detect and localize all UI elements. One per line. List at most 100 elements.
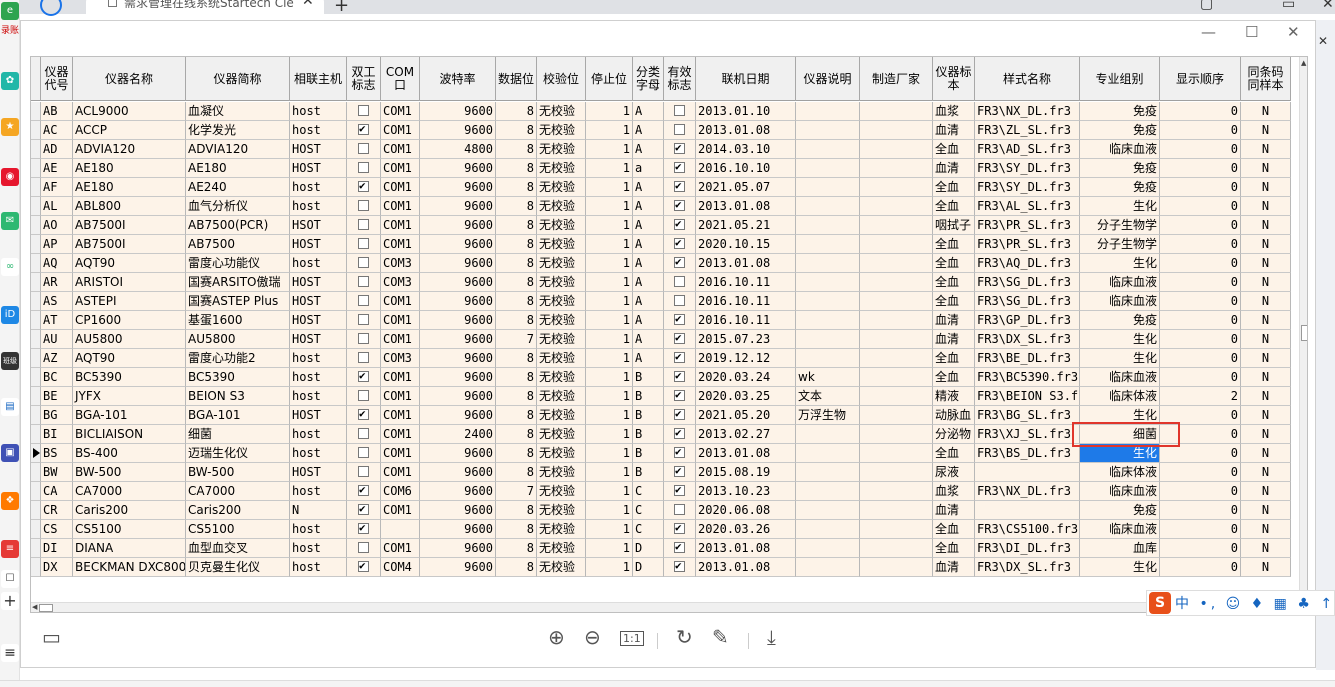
table-cell[interactable]: 免疫: [1080, 102, 1160, 121]
table-cell[interactable]: 无校验: [537, 558, 586, 577]
table-cell[interactable]: 7: [496, 482, 537, 501]
table-cell[interactable]: host: [290, 520, 347, 539]
table-cell[interactable]: HOST: [290, 235, 347, 254]
table-cell[interactable]: 全血: [933, 444, 975, 463]
table-cell[interactable]: 临床血液: [1080, 292, 1160, 311]
table-cell-checkbox[interactable]: [347, 216, 381, 235]
checkbox-checked[interactable]: [674, 407, 685, 421]
table-cell[interactable]: 全血: [933, 273, 975, 292]
column-header-4[interactable]: 相联主机: [290, 57, 347, 101]
table-cell[interactable]: 2016.10.10: [696, 159, 796, 178]
table-cell[interactable]: 无校验: [537, 273, 586, 292]
checkbox-checked[interactable]: [674, 236, 685, 250]
table-cell[interactable]: [860, 444, 933, 463]
table-cell[interactable]: 9600: [420, 368, 496, 387]
table-cell-checkbox[interactable]: [664, 482, 696, 501]
column-header-6[interactable]: COM口: [381, 57, 420, 101]
table-cell[interactable]: BW-500: [186, 463, 290, 482]
table-cell[interactable]: 全血: [933, 349, 975, 368]
checkbox-checked[interactable]: [674, 540, 685, 554]
table-cell-checkbox[interactable]: [347, 520, 381, 539]
table-cell[interactable]: [975, 501, 1080, 520]
table-cell[interactable]: 8: [496, 102, 537, 121]
table-cell[interactable]: 免疫: [1080, 178, 1160, 197]
table-cell[interactable]: 8: [496, 368, 537, 387]
table-cell[interactable]: A: [633, 254, 664, 273]
table-cell[interactable]: 1: [586, 121, 633, 140]
table-cell[interactable]: 临床血液: [1080, 368, 1160, 387]
table-cell[interactable]: 无校验: [537, 463, 586, 482]
table-cell-checkbox[interactable]: [347, 311, 381, 330]
table-cell[interactable]: [860, 102, 933, 121]
sidebar-star-icon[interactable]: ★: [1, 118, 19, 136]
table-cell[interactable]: [796, 463, 860, 482]
table-cell[interactable]: 临床血液: [1080, 140, 1160, 159]
table-cell[interactable]: 无校验: [537, 349, 586, 368]
table-cell[interactable]: FR3\DI_DL.fr3: [975, 539, 1080, 558]
table-cell[interactable]: HOST: [290, 273, 347, 292]
table-cell[interactable]: B: [633, 387, 664, 406]
table-cell[interactable]: AE180: [73, 159, 186, 178]
table-cell[interactable]: 无校验: [537, 311, 586, 330]
table-cell-checkbox[interactable]: [664, 159, 696, 178]
table-cell-checkbox[interactable]: [664, 178, 696, 197]
table-cell[interactable]: 血清: [933, 121, 975, 140]
row-indicator[interactable]: [31, 197, 41, 216]
checkbox-checked[interactable]: [358, 122, 369, 136]
column-header-7[interactable]: 波特率: [420, 57, 496, 101]
table-cell[interactable]: 9600: [420, 501, 496, 520]
table-cell[interactable]: 2013.01.08: [696, 539, 796, 558]
table-cell[interactable]: [796, 159, 860, 178]
sidebar-add-icon[interactable]: +: [1, 592, 19, 610]
checkbox-checked[interactable]: [358, 521, 369, 535]
checkbox-checked[interactable]: [674, 521, 685, 535]
zoom-in-icon[interactable]: ⊕: [548, 625, 565, 649]
table-cell[interactable]: [796, 425, 860, 444]
table-cell[interactable]: A: [633, 273, 664, 292]
table-cell[interactable]: [796, 501, 860, 520]
table-cell[interactable]: 9600: [420, 520, 496, 539]
table-cell[interactable]: 2016.10.11: [696, 311, 796, 330]
table-cell[interactable]: 全血: [933, 235, 975, 254]
checkbox-checked[interactable]: [358, 407, 369, 421]
row-indicator[interactable]: [31, 539, 41, 558]
table-cell[interactable]: [860, 178, 933, 197]
table-cell[interactable]: FR3\AL_SL.fr3: [975, 197, 1080, 216]
table-cell[interactable]: 1: [586, 330, 633, 349]
table-cell[interactable]: 8: [496, 539, 537, 558]
table-cell[interactable]: 无校验: [537, 501, 586, 520]
checkbox-checked[interactable]: [358, 369, 369, 383]
table-cell[interactable]: N: [1241, 558, 1291, 577]
table-cell[interactable]: FR3\SY_DL.fr3: [975, 159, 1080, 178]
column-header-5[interactable]: 双工 标志: [347, 57, 381, 101]
row-indicator[interactable]: [31, 254, 41, 273]
table-cell[interactable]: 临床体液: [1080, 463, 1160, 482]
table-cell[interactable]: 生化: [1080, 330, 1160, 349]
table-cell[interactable]: [796, 330, 860, 349]
table-cell[interactable]: [796, 539, 860, 558]
table-cell[interactable]: COM1: [381, 501, 420, 520]
checkbox-unchecked[interactable]: [674, 504, 685, 515]
table-cell[interactable]: FR3\CS5100.fr3: [975, 520, 1080, 539]
table-cell[interactable]: A: [633, 311, 664, 330]
table-cell[interactable]: 8: [496, 273, 537, 292]
table-cell[interactable]: AC: [41, 121, 73, 140]
table-cell-checkbox[interactable]: [664, 558, 696, 577]
table-cell[interactable]: FR3\AD_SL.fr3: [975, 140, 1080, 159]
table-cell[interactable]: 9600: [420, 121, 496, 140]
column-header-3[interactable]: 仪器简称: [186, 57, 290, 101]
table-cell[interactable]: CS: [41, 520, 73, 539]
vertical-scroll-thumb[interactable]: [1301, 325, 1307, 341]
table-cell[interactable]: A: [633, 216, 664, 235]
table-cell-checkbox[interactable]: [664, 292, 696, 311]
table-cell[interactable]: 2014.03.10: [696, 140, 796, 159]
checkbox-unchecked[interactable]: [358, 542, 369, 553]
table-cell[interactable]: N: [1241, 387, 1291, 406]
table-cell[interactable]: 免疫: [1080, 501, 1160, 520]
row-indicator[interactable]: [31, 444, 41, 463]
table-cell[interactable]: 无校验: [537, 159, 586, 178]
checkbox-checked[interactable]: [674, 426, 685, 440]
table-cell[interactable]: 无校验: [537, 292, 586, 311]
table-cell[interactable]: [796, 444, 860, 463]
table-cell[interactable]: 8: [496, 121, 537, 140]
